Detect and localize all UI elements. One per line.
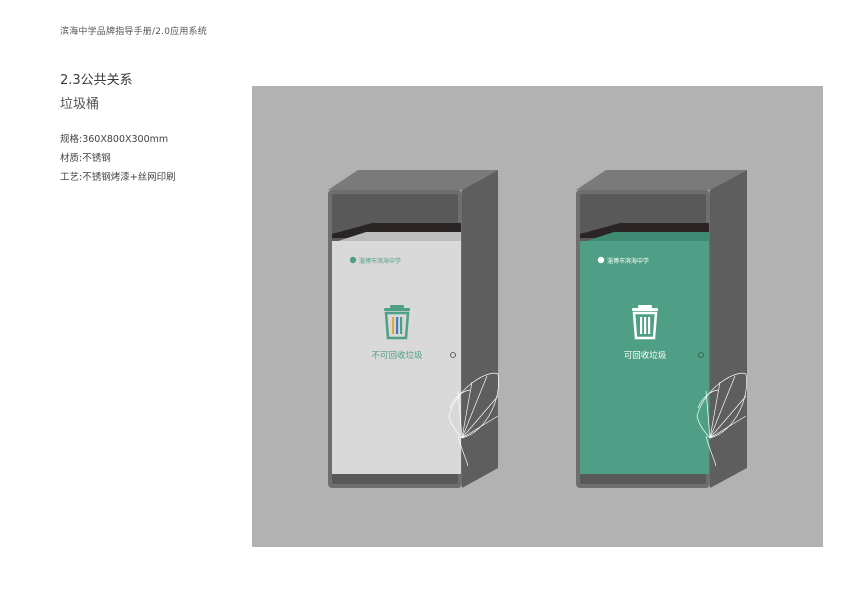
bin-label: 可回收垃圾: [624, 350, 667, 361]
school-logo-icon: [349, 256, 357, 264]
section-title: 2.3公共关系: [60, 73, 133, 88]
bin-school-name: 淄博市滨海中学: [607, 257, 649, 265]
spec-material: 材质:不锈钢: [60, 153, 111, 164]
trash-icon-colored: [384, 305, 410, 340]
bin-label: 不可回收垃圾: [371, 350, 423, 361]
page-subtitle: 垃圾桶: [60, 97, 100, 112]
spec-process: 工艺:不锈钢烤漆+丝网印刷: [60, 172, 176, 183]
bin-school-name: 淄博市滨海中学: [359, 257, 401, 265]
trash-icon-white: [632, 305, 658, 340]
spec-list: 规格:360X800X300mm 材质:不锈钢 工艺:不锈钢烤漆+丝网印刷: [60, 130, 176, 187]
product-render-panel: 淄博市滨海中学 不可回收垃圾 淄博市滨海中学 可回收垃圾: [252, 86, 823, 547]
bins-illustration: 淄博市滨海中学 不可回收垃圾 淄博市滨海中学 可回收垃圾: [328, 170, 748, 488]
spec-size: 规格:360X800X300mm: [60, 134, 169, 145]
bin-recyclable: 淄博市滨海中学 可回收垃圾: [576, 170, 748, 488]
school-logo-icon: [597, 256, 605, 264]
breadcrumb: 滨海中学品牌指导手册/2.0应用系统: [60, 27, 207, 37]
bin-non-recyclable: 淄博市滨海中学 不可回收垃圾: [328, 170, 500, 488]
